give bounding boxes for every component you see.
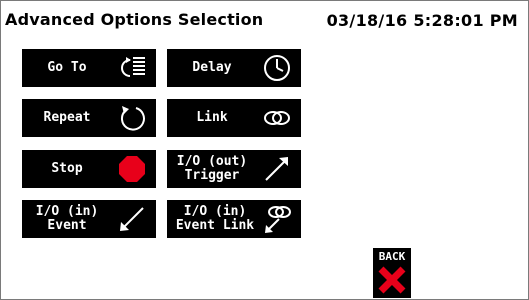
back-button[interactable]: BACK xyxy=(373,248,411,298)
stop-sign-icon xyxy=(119,156,145,182)
io-in-event-button[interactable]: I/O (in) Event xyxy=(22,200,156,238)
stop-label: Stop xyxy=(51,161,83,176)
io-out-trigger-line1: I/O (out) xyxy=(176,154,248,169)
repeat-label: Repeat xyxy=(43,110,91,125)
page-title: Advanced Options Selection xyxy=(5,10,264,29)
delay-label: Delay xyxy=(192,60,232,75)
io-out-trigger-label: I/O (out) Trigger xyxy=(167,150,257,188)
datetime-display: 03/18/16 5:28:01 PM xyxy=(326,11,518,30)
io-in-event-label: I/O (in) Event xyxy=(22,200,112,238)
red-x-icon xyxy=(378,266,406,294)
link-icon xyxy=(264,111,290,125)
clock-icon xyxy=(264,55,290,81)
goto-label: Go To xyxy=(47,60,87,75)
io-in-event-link-line2: Event Link xyxy=(175,218,255,233)
back-label: BACK xyxy=(378,250,406,263)
io-out-trigger-line2: Trigger xyxy=(184,168,240,183)
arrow-down-left-icon xyxy=(120,207,144,231)
link-button[interactable]: Link xyxy=(167,99,301,137)
link-arrow-icon xyxy=(265,206,291,233)
repeat-button[interactable]: Repeat xyxy=(22,99,156,137)
stop-button[interactable]: Stop xyxy=(22,150,156,188)
advanced-options-screen: Advanced Options Selection 03/18/16 5:28… xyxy=(0,0,529,300)
link-label: Link xyxy=(196,110,228,125)
repeat-icon xyxy=(120,106,145,131)
io-in-event-link-button[interactable]: I/O (in) Event Link xyxy=(167,200,301,238)
io-in-event-link-line1: I/O (in) xyxy=(183,204,247,219)
io-in-event-link-label: I/O (in) Event Link xyxy=(167,200,263,238)
io-in-event-line2: Event xyxy=(47,218,87,233)
delay-button[interactable]: Delay xyxy=(167,49,301,87)
io-out-trigger-button[interactable]: I/O (out) Trigger xyxy=(167,150,301,188)
goto-button[interactable]: Go To xyxy=(22,49,156,87)
io-in-event-line1: I/O (in) xyxy=(35,204,99,219)
goto-list-icon xyxy=(121,57,145,77)
arrow-up-right-icon xyxy=(265,157,288,181)
header-bar: Advanced Options Selection 03/18/16 5:28… xyxy=(1,1,528,35)
